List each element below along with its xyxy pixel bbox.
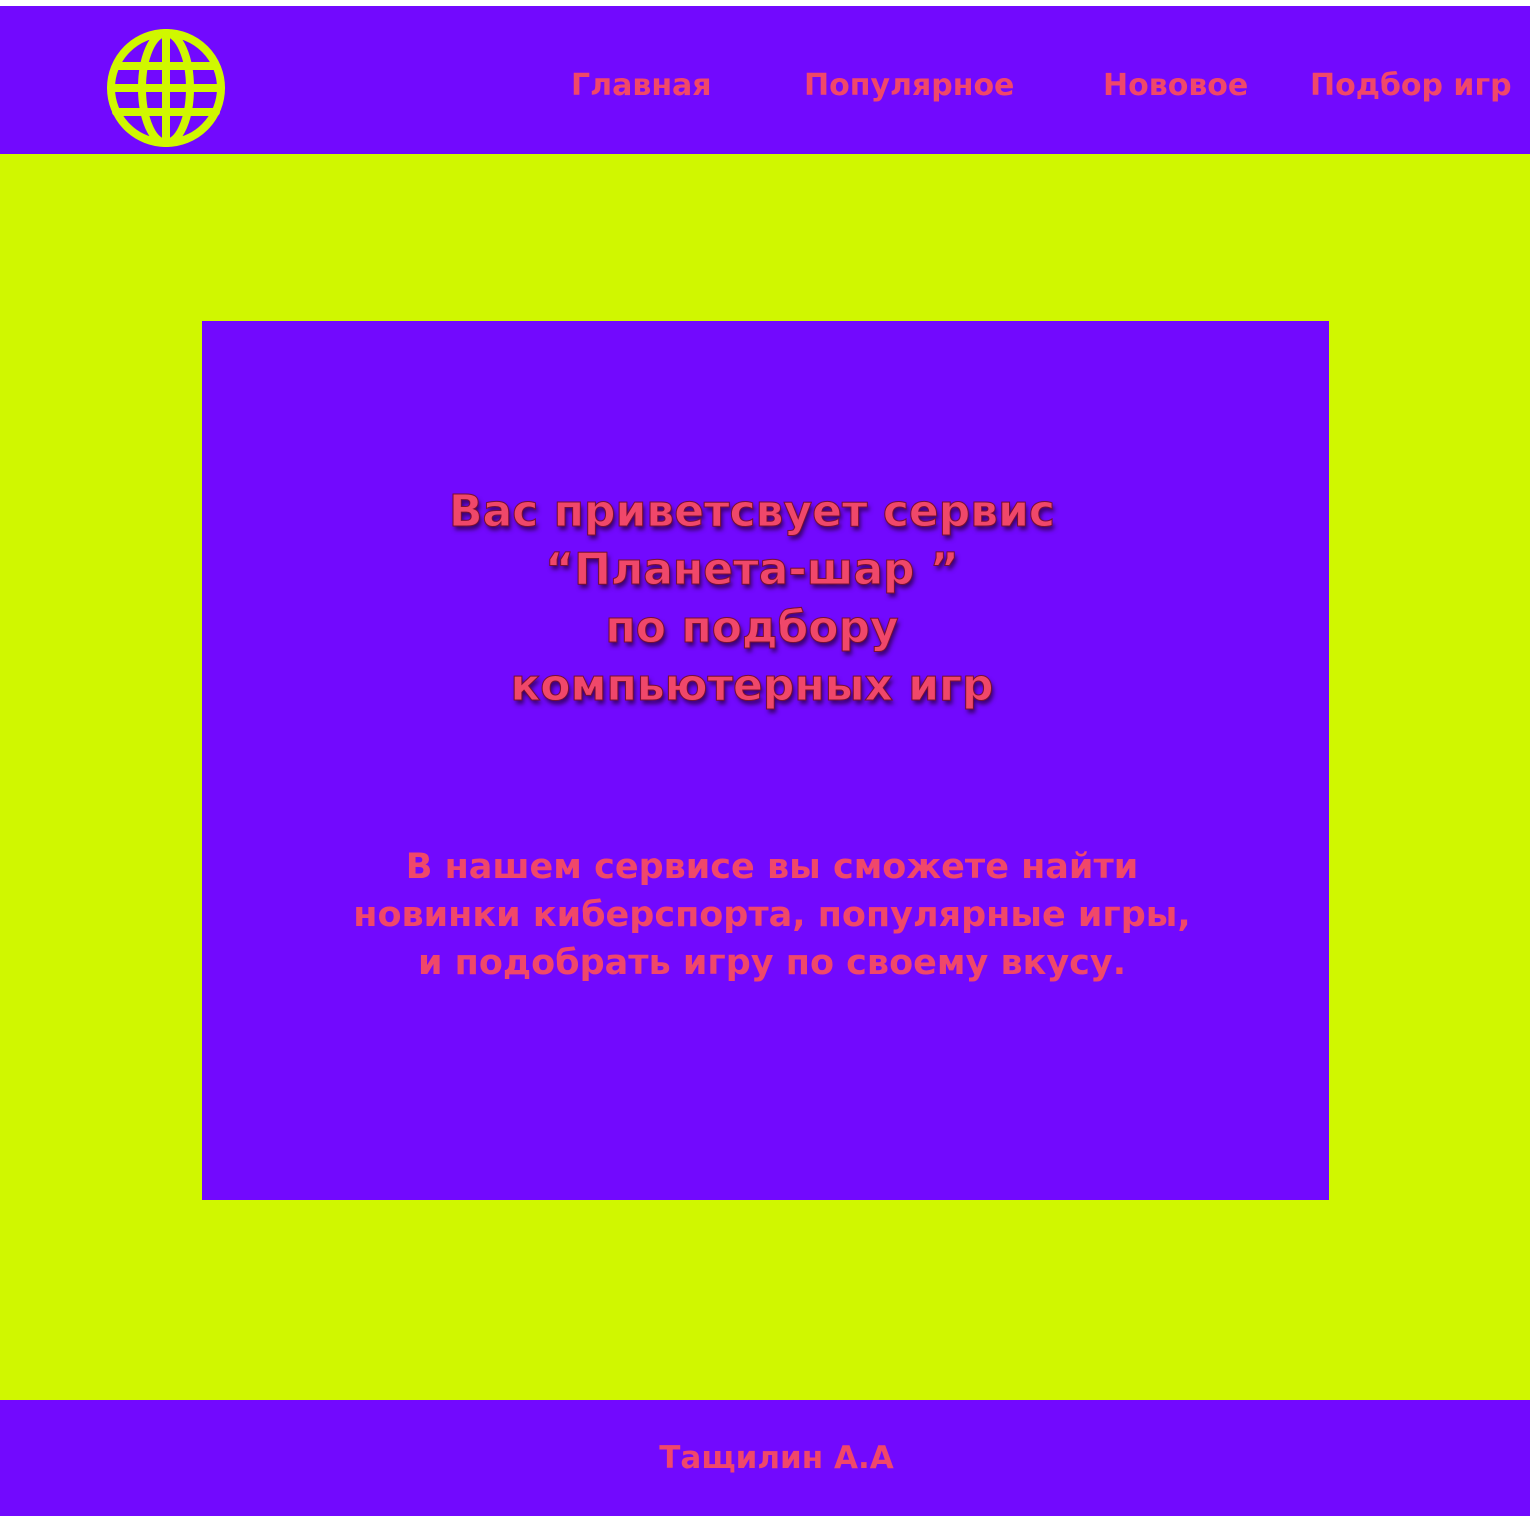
hero-description: В нашем сервисе вы сможете найти новинки… [202, 843, 1342, 987]
header: Главная Популярное Нововое Подбор игр [0, 6, 1530, 154]
main-content: Вас приветсвует сервис “Планета-шар ” по… [0, 154, 1530, 1400]
hero-title-line: Вас приветсвует сервис [449, 486, 1056, 538]
hero-title: Вас приветсвует сервис “Планета-шар ” по… [202, 483, 1302, 715]
hero-description-line: В нашем сервисе вы сможете найти [405, 847, 1139, 887]
hero-title-line: “Планета-шар ” [545, 544, 960, 596]
page: Главная Популярное Нововое Подбор игр Ва… [0, 0, 1530, 1516]
hero-panel: Вас приветсвует сервис “Планета-шар ” по… [202, 321, 1329, 1200]
nav-item-new[interactable]: Нововое [1103, 66, 1248, 106]
globe-icon[interactable] [104, 26, 230, 152]
nav-item-home[interactable]: Главная [571, 66, 712, 106]
footer-author: Тащилин А.А [659, 1440, 894, 1476]
hero-title-line: по подбору [605, 602, 899, 654]
hero-description-line: и подобрать игру по своему вкусу. [417, 943, 1127, 983]
nav-item-game-selection[interactable]: Подбор игр [1310, 66, 1512, 106]
hero-title-line: компьютерных игр [510, 660, 994, 712]
footer: Тащилин А.А [0, 1400, 1530, 1516]
hero-description-line: новинки киберспорта, популярные игры, [353, 895, 1191, 935]
nav-item-popular[interactable]: Популярное [804, 66, 1014, 106]
